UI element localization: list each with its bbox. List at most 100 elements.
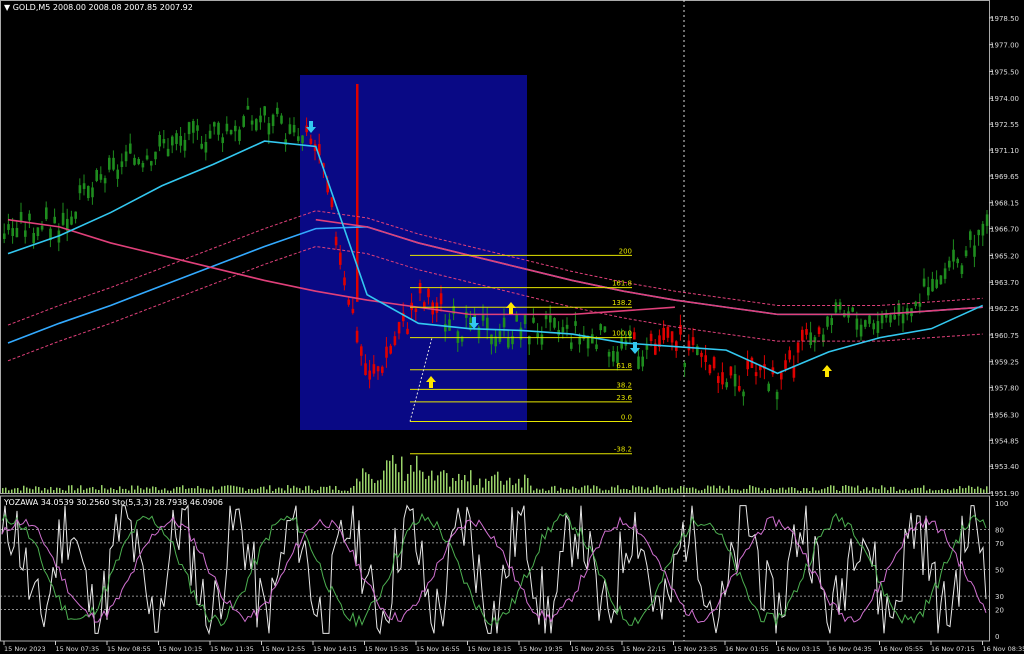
volume-bar: [779, 487, 781, 493]
volume-bar: [341, 490, 343, 493]
candle-body: [414, 308, 418, 312]
candle-body: [574, 321, 577, 326]
volume-bar: [542, 488, 544, 493]
volume-bar: [164, 488, 166, 493]
symbol-label: GOLD,M5: [12, 3, 51, 12]
volume-bar: [980, 488, 982, 493]
volume-bar: [248, 489, 250, 493]
volume-bar: [599, 488, 601, 493]
volume-bar: [245, 490, 247, 493]
buy-arrow-icon: [822, 365, 832, 377]
candle-body: [830, 318, 833, 326]
volume-bar: [473, 485, 475, 493]
volume-bar: [116, 490, 118, 493]
candle-body: [922, 278, 926, 287]
volume-bar: [557, 490, 559, 493]
candle-body: [70, 216, 73, 225]
volume-bar: [506, 480, 508, 493]
time-axis-label: 15 Nov 15:35: [365, 645, 409, 653]
candle-body: [985, 214, 989, 226]
volume-bar: [845, 485, 847, 493]
candle-body: [166, 148, 170, 157]
candle-body: [645, 345, 649, 350]
candle-body: [292, 124, 296, 133]
volume-bar: [476, 484, 478, 493]
volume-bar: [41, 490, 43, 493]
volume-bar: [101, 485, 103, 493]
volume-bar: [674, 490, 676, 493]
candle-body: [448, 319, 451, 331]
candle-body: [343, 277, 346, 286]
volume-bar: [350, 487, 352, 493]
candle-body: [486, 317, 489, 330]
candle-body: [960, 265, 964, 274]
volume-bar: [380, 479, 382, 493]
volume-bar: [383, 470, 385, 493]
volume-bar: [80, 485, 82, 493]
candle-body: [507, 337, 510, 348]
candle-body: [103, 178, 107, 184]
volume-bar: [752, 486, 754, 493]
candle-body: [271, 114, 275, 126]
volume-bar: [257, 488, 259, 493]
volume-bar: [797, 490, 799, 493]
candle-body: [45, 207, 48, 220]
candle-body: [784, 360, 787, 369]
volume-bar: [866, 487, 868, 493]
volume-bar: [167, 490, 169, 493]
candle-body: [939, 275, 943, 285]
volume-bar: [629, 490, 631, 493]
symbol-dropdown-icon[interactable]: ▼: [4, 3, 10, 12]
volume-bar: [278, 487, 280, 493]
volume-bar: [659, 487, 661, 493]
volume-bar: [611, 486, 613, 493]
volume-bars: [2, 455, 988, 493]
candle-body: [381, 366, 384, 373]
candle-body: [150, 161, 153, 166]
volume-bar: [365, 472, 367, 493]
volume-bar: [584, 485, 586, 493]
volume-bar: [914, 488, 916, 493]
volume-bar: [491, 476, 493, 493]
volume-bar: [479, 478, 481, 493]
volume-bar: [35, 486, 37, 493]
volume-bar: [359, 481, 361, 493]
volume-bar: [548, 490, 550, 493]
volume-bar: [197, 485, 199, 493]
volume-bar: [98, 489, 100, 493]
volume-bar: [686, 487, 688, 493]
volume-bar: [563, 489, 565, 493]
chart-window[interactable]: 200 161.8 138.2 100.0 61.8 38.2 23.6 0.0 -38.2 19…: [0, 0, 1024, 654]
volume-bar: [656, 485, 658, 493]
candle-body: [427, 288, 430, 298]
candle-body: [360, 346, 363, 356]
volume-bar: [215, 490, 217, 493]
volume-bar: [935, 490, 937, 493]
volume-bar: [281, 488, 283, 493]
price-axis-label: 1959.25: [990, 359, 1019, 367]
volume-bar: [665, 488, 667, 493]
candle-body: [234, 125, 237, 132]
volume-bar: [452, 478, 454, 493]
candle-body: [297, 136, 300, 141]
candle-body: [633, 332, 636, 340]
volume-bar: [905, 489, 907, 493]
candle-body: [948, 260, 951, 268]
candle-body: [498, 331, 502, 342]
volume-bar: [335, 486, 337, 493]
volume-bar: [596, 486, 598, 493]
volume-bar: [890, 486, 892, 493]
volume-bar: [731, 488, 733, 493]
volume-bar: [23, 485, 25, 493]
volume-bar: [503, 484, 505, 493]
candle-body: [490, 334, 493, 345]
volume-bar: [455, 480, 457, 493]
volume-bar: [638, 486, 640, 493]
volume-bar: [968, 485, 970, 493]
volume-bar: [461, 480, 463, 493]
volume-bar: [179, 487, 181, 493]
chart-header: ▼ GOLD,M5 2008.00 2008.08 2007.85 2007.9…: [4, 3, 193, 12]
volume-bar: [191, 488, 193, 493]
price-chart[interactable]: 200161.8138.2100.061.838.223.60.0-38.219…: [0, 0, 1024, 654]
volume-bar: [437, 475, 439, 493]
